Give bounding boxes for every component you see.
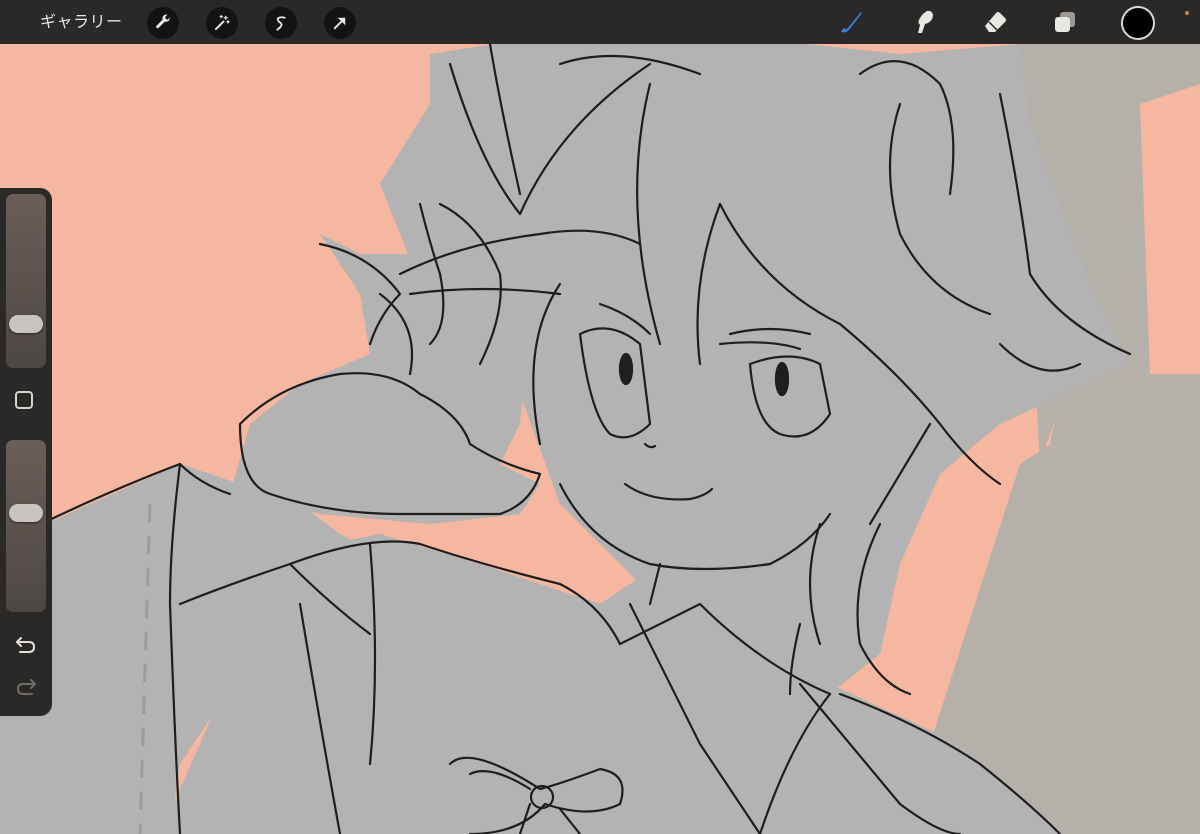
smudge-icon: [909, 8, 937, 36]
transform-button[interactable]: [324, 7, 356, 39]
selection-s-icon: [272, 14, 290, 32]
layers-icon: [1051, 8, 1079, 36]
undo-button[interactable]: [13, 634, 39, 660]
brush-icon: [837, 8, 865, 36]
magic-wand-icon: [213, 14, 231, 32]
top-toolbar: ギャラリー: [0, 0, 1200, 44]
drawing-canvas[interactable]: [0, 44, 1200, 834]
selection-button[interactable]: [265, 7, 297, 39]
actions-button[interactable]: [147, 7, 179, 39]
eraser-tool-button[interactable]: [979, 6, 1011, 38]
backdrop-gap: [1140, 84, 1200, 374]
move-arrow-icon: [331, 14, 349, 32]
opacity-slider[interactable]: [6, 440, 46, 612]
color-picker-button[interactable]: [1121, 6, 1155, 40]
status-dot: [1185, 11, 1189, 15]
brush-size-slider-thumb[interactable]: [9, 314, 43, 333]
wrench-icon: [154, 14, 172, 32]
brush-tool-button[interactable]: [835, 6, 867, 38]
modify-button[interactable]: [15, 391, 33, 409]
eraser-icon: [981, 8, 1009, 36]
artwork: [0, 44, 1200, 834]
brush-size-slider[interactable]: [6, 194, 46, 368]
layers-button[interactable]: [1049, 6, 1081, 38]
redo-icon: [15, 677, 37, 701]
left-sidebar: [0, 188, 52, 716]
adjustments-button[interactable]: [206, 7, 238, 39]
gallery-button[interactable]: ギャラリー: [40, 0, 123, 44]
redo-button[interactable]: [13, 676, 39, 702]
opacity-slider-thumb[interactable]: [9, 503, 43, 522]
smudge-tool-button[interactable]: [907, 6, 939, 38]
undo-icon: [15, 635, 37, 659]
